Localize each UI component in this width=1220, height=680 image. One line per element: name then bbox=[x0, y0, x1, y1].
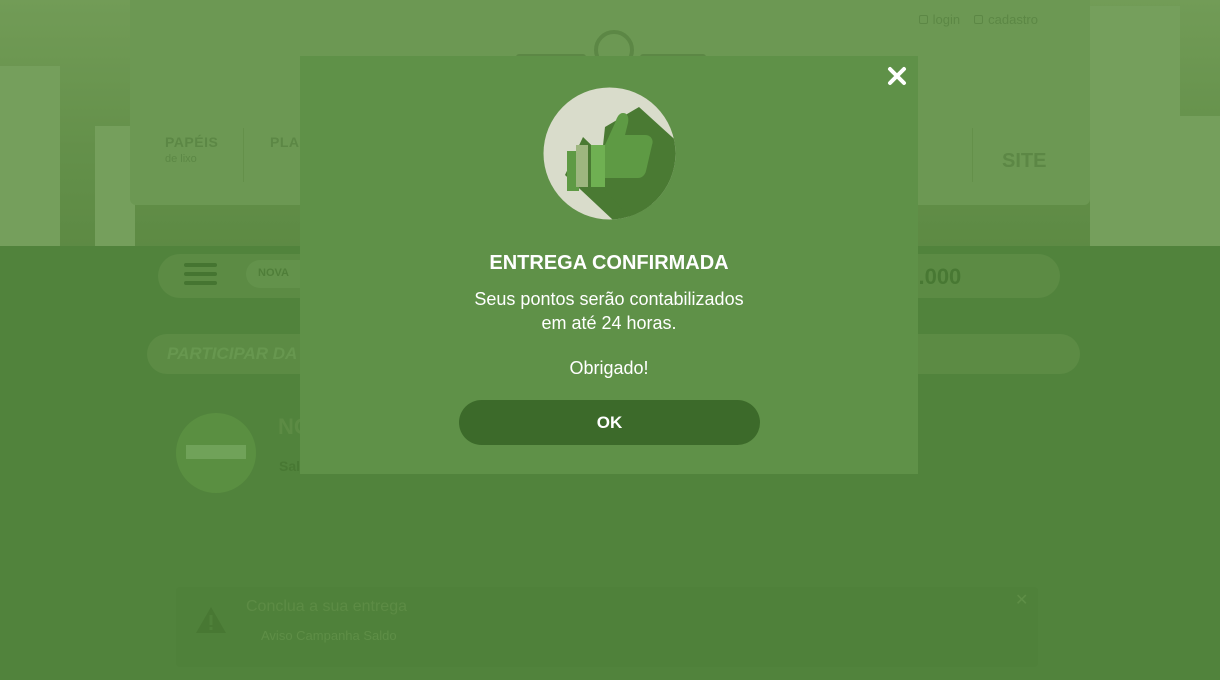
ok-button[interactable]: OK bbox=[459, 400, 760, 445]
thumbs-up-icon bbox=[543, 87, 676, 220]
modal-message: Seus pontos serão contabilizados em até … bbox=[474, 289, 744, 333]
modal-title: ENTREGA CONFIRMADA bbox=[489, 252, 729, 274]
modal-thanks: Obrigado! bbox=[569, 358, 649, 378]
confirmation-modal: ENTREGA CONFIRMADA Seus pontos serão con… bbox=[300, 56, 918, 474]
close-icon[interactable] bbox=[885, 64, 909, 88]
